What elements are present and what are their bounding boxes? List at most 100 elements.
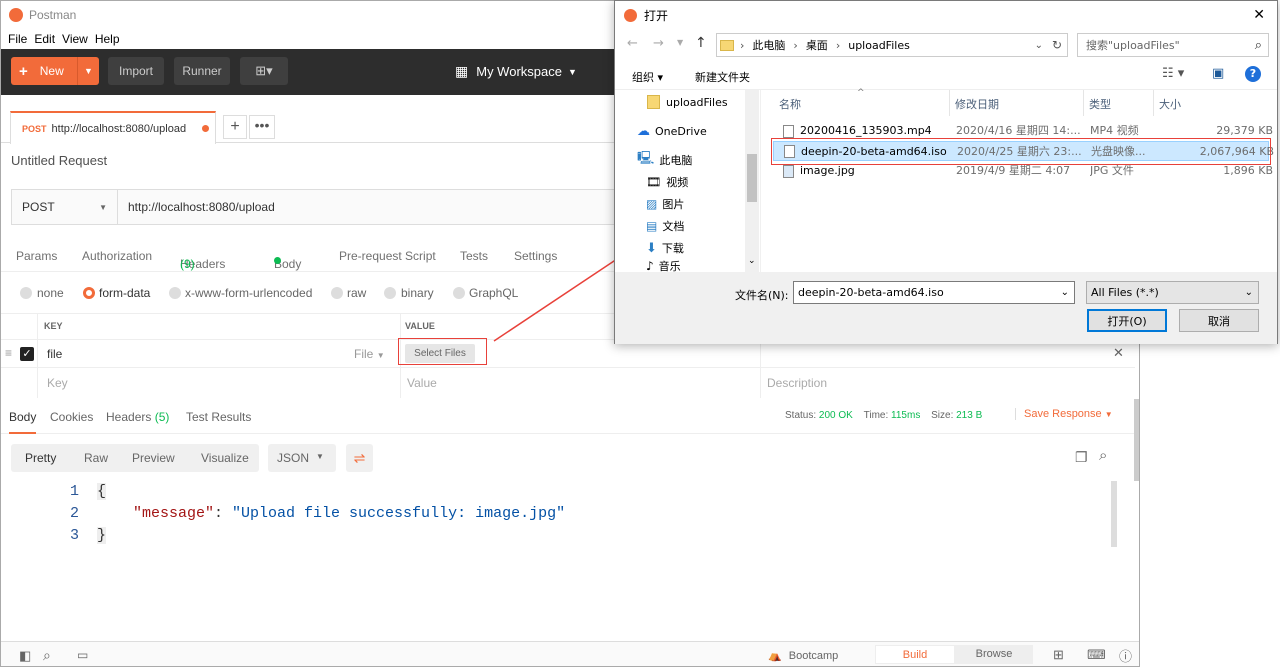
- help-icon[interactable]: ⓘ: [1119, 646, 1132, 665]
- refresh-icon[interactable]: ↻: [1052, 38, 1062, 52]
- open-button[interactable]: 打开(O): [1087, 309, 1167, 332]
- add-tab-button[interactable]: +: [223, 115, 247, 139]
- console-icon[interactable]: ▭: [77, 648, 88, 662]
- resp-tab-test-results[interactable]: Test Results: [186, 410, 251, 424]
- code-line: 2 "message": "Upload file successfully: …: [69, 505, 566, 522]
- tab-settings[interactable]: Settings: [514, 249, 557, 263]
- col-header-type[interactable]: 类型: [1089, 96, 1111, 112]
- runner-button[interactable]: Runner: [174, 57, 230, 85]
- menu-view[interactable]: View: [62, 32, 88, 46]
- tab-prerequest[interactable]: Pre-request Script: [339, 249, 436, 263]
- cancel-button[interactable]: 取消: [1179, 309, 1259, 332]
- url-input[interactable]: http://localhost:8080/upload: [128, 200, 275, 214]
- menu-edit[interactable]: Edit: [34, 32, 55, 46]
- browse-mode-button[interactable]: Browse: [955, 645, 1033, 664]
- breadcrumb-item[interactable]: uploadFiles: [848, 39, 910, 52]
- sidebar-toggle-icon[interactable]: ◧: [19, 648, 31, 664]
- key-input[interactable]: Key: [47, 376, 68, 390]
- code-line: 1 {: [69, 483, 107, 500]
- nav-item-videos[interactable]: 🎞 视频: [646, 172, 688, 192]
- import-button[interactable]: Import: [108, 57, 164, 85]
- find-icon[interactable]: ⌕: [43, 647, 51, 664]
- nav-item-music[interactable]: ♪ 音乐: [646, 260, 681, 272]
- save-response-button[interactable]: Save Response ▼: [1015, 408, 1113, 420]
- chevron-down-icon[interactable]: ⌄: [1035, 40, 1043, 51]
- view-options-icon[interactable]: ☷ ▾: [1162, 66, 1184, 81]
- breadcrumb-item[interactable]: 此电脑: [752, 37, 785, 53]
- tab-authorization[interactable]: Authorization: [82, 249, 152, 263]
- radio-graphql[interactable]: [453, 287, 465, 299]
- tab-params[interactable]: Params: [16, 249, 57, 263]
- resp-tab-cookies[interactable]: Cookies: [50, 410, 93, 424]
- radio-urlencoded[interactable]: [169, 287, 181, 299]
- wrap-lines-button[interactable]: ⇌: [346, 444, 373, 472]
- chevron-down-icon[interactable]: ⌄: [1061, 287, 1069, 298]
- more-tabs-button[interactable]: •••: [249, 115, 275, 139]
- radio-none[interactable]: [20, 287, 32, 299]
- scroll-thumb[interactable]: [747, 154, 757, 202]
- request-name[interactable]: Untitled Request: [11, 153, 107, 168]
- new-window-button[interactable]: ⊞▾: [240, 57, 288, 85]
- value-input[interactable]: Value: [407, 376, 437, 390]
- search-icon[interactable]: ⌕: [1099, 447, 1107, 464]
- resp-tab-body[interactable]: Body: [9, 410, 37, 434]
- resp-tab-headers[interactable]: Headers (5): [106, 410, 169, 424]
- annotation-box-select-files: [398, 338, 487, 365]
- bootcamp-link[interactable]: ⛺ Bootcamp: [768, 649, 838, 662]
- view-visualize[interactable]: Visualize: [201, 451, 249, 465]
- radio-form-data[interactable]: [83, 287, 95, 299]
- nav-item-pictures[interactable]: ▨ 图片: [646, 194, 684, 214]
- row-checkbox[interactable]: ✓: [20, 347, 34, 361]
- description-input[interactable]: Description: [767, 376, 827, 390]
- tab-request[interactable]: POST http://localhost:8080/upload: [10, 111, 216, 144]
- radio-binary[interactable]: [384, 287, 396, 299]
- nav-item-documents[interactable]: ▤ 文档: [646, 216, 684, 236]
- col-header-name[interactable]: 名称: [779, 96, 801, 112]
- nav-item-this-pc[interactable]: 🖳 此电脑: [637, 150, 692, 170]
- nav-item-uploadfiles[interactable]: uploadFiles: [647, 92, 728, 112]
- layout-icon[interactable]: ⊞: [1053, 647, 1064, 663]
- close-icon[interactable]: ✕: [1113, 345, 1124, 361]
- new-button[interactable]: + New ▼: [11, 57, 99, 85]
- close-icon[interactable]: ✕: [1253, 7, 1265, 23]
- breadcrumb-item[interactable]: 桌面: [806, 37, 828, 53]
- radio-raw[interactable]: [331, 287, 343, 299]
- back-icon[interactable]: ←: [627, 36, 638, 51]
- tab-tests[interactable]: Tests: [460, 249, 488, 263]
- status-value: 200 OK: [818, 410, 853, 421]
- col-header-size[interactable]: 大小: [1159, 96, 1181, 112]
- help-icon[interactable]: ?: [1245, 66, 1261, 82]
- window-scrollbar[interactable]: [1134, 399, 1139, 481]
- workspace-selector[interactable]: ▦ My Workspace ▼: [455, 63, 577, 80]
- build-mode-button[interactable]: Build: [875, 645, 955, 664]
- keyboard-icon[interactable]: ⌨: [1087, 647, 1106, 663]
- view-raw[interactable]: Raw: [84, 451, 108, 465]
- new-folder-button[interactable]: 新建文件夹: [695, 69, 750, 85]
- recent-icon[interactable]: ▼: [677, 38, 683, 47]
- address-bar[interactable]: › 此电脑 › 桌面 › uploadFiles ⌄ ↻: [716, 33, 1068, 57]
- nav-item-downloads[interactable]: ⬇ 下载: [646, 238, 684, 258]
- search-box[interactable]: 搜索"uploadFiles" ⌕: [1077, 33, 1269, 57]
- chevron-down-icon[interactable]: ⌄: [748, 256, 756, 266]
- col-header-date[interactable]: 修改日期: [955, 96, 999, 112]
- view-preview[interactable]: Preview: [132, 451, 175, 465]
- nav-item-onedrive[interactable]: ☁ OneDrive: [637, 121, 707, 141]
- key-type-select[interactable]: File ▼: [354, 347, 385, 361]
- filename-input[interactable]: deepin-20-beta-amd64.iso ⌄: [793, 281, 1075, 304]
- forward-icon[interactable]: →: [653, 36, 664, 51]
- drag-handle-icon[interactable]: ≡: [5, 346, 12, 360]
- preview-pane-icon[interactable]: ▣: [1212, 66, 1224, 81]
- copy-icon[interactable]: ❐: [1075, 449, 1088, 466]
- chevron-down-icon[interactable]: ▼: [77, 57, 99, 85]
- up-icon[interactable]: ↑: [695, 35, 707, 51]
- menu-help[interactable]: Help: [95, 32, 120, 46]
- method-select[interactable]: POST ▼: [12, 190, 118, 224]
- editor-scrollbar[interactable]: [1111, 481, 1117, 547]
- menu-file[interactable]: File: [8, 32, 27, 46]
- format-select[interactable]: JSON ▼: [268, 444, 336, 472]
- organize-button[interactable]: 组织 ▾: [632, 69, 663, 85]
- app-title: Postman: [29, 8, 77, 22]
- view-pretty[interactable]: Pretty: [25, 451, 56, 465]
- nav-scrollbar[interactable]: ⌄: [745, 90, 759, 272]
- file-type-select[interactable]: All Files (*.*) ⌄: [1086, 281, 1259, 304]
